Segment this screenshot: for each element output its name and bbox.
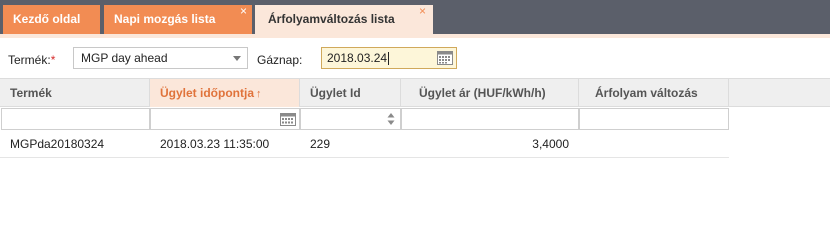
cell-termek: MGPda20180324 — [10, 137, 105, 151]
tab-label: Napi mozgás lista — [114, 12, 216, 26]
close-icon[interactable]: × — [240, 0, 247, 26]
calendar-icon[interactable] — [437, 51, 453, 65]
filter-input-ugylet-ar[interactable] — [401, 108, 579, 130]
cell-ugylet-ar: 3,4000 — [532, 137, 569, 151]
filter-input-arfolyam-valtozas[interactable] — [579, 108, 729, 130]
tab-arfolyamvaltozas-lista[interactable]: Árfolyamváltozás lista × — [255, 4, 433, 34]
close-icon[interactable]: × — [419, 0, 426, 26]
tab-napi-mozgas-lista[interactable]: Napi mozgás lista × — [104, 4, 252, 34]
filter-row — [0, 107, 830, 131]
column-header-ugylet-ar[interactable]: Ügylet ár (HUF/kWh/h) — [401, 79, 579, 107]
cell-arfolyam-valtozas — [589, 131, 727, 157]
grid-header: Termék Ügylet időpontja ↑ Ügylet Id Ügyle… — [0, 78, 830, 107]
column-header-ugylet-idopontja[interactable]: Ügylet időpontja ↑ — [150, 79, 300, 107]
calendar-icon[interactable] — [280, 113, 296, 126]
text-cursor — [388, 52, 390, 66]
spinner-icon[interactable] — [387, 112, 395, 126]
cell-ugylet-idopontja: 2018.03.23 11:35:00 — [160, 137, 270, 151]
product-label: Termék:* — [8, 53, 56, 67]
column-header-arfolyam-valtozas[interactable]: Árfolyam változás — [579, 79, 729, 107]
required-mark: * — [50, 53, 56, 67]
filter-input-ugylet-id[interactable] — [300, 108, 401, 130]
gasday-date-value: 2018.03.24 — [327, 51, 388, 65]
table-row[interactable]: MGPda20180324 2018.03.23 11:35:00 229 3,… — [0, 131, 729, 158]
column-header-termek[interactable]: Termék — [0, 79, 150, 107]
product-select-value: MGP day ahead — [81, 51, 168, 65]
gasday-date-field[interactable]: 2018.03.24 — [321, 47, 457, 69]
cell-ugylet-id: 229 — [310, 137, 331, 151]
chevron-down-icon[interactable] — [233, 56, 241, 61]
tab-bar: Kezdő oldal Napi mozgás lista × Árfolyam… — [0, 0, 830, 38]
filter-input-ugylet-idopontja[interactable] — [150, 108, 300, 130]
tab-label: Kezdő oldal — [13, 12, 81, 26]
column-header-ugylet-id[interactable]: Ügylet Id — [300, 79, 401, 107]
filter-input-termek[interactable] — [1, 108, 150, 130]
tab-kezdo-oldal[interactable]: Kezdő oldal — [3, 5, 100, 34]
filter-bar: Termék:* MGP day ahead Gáznap: 2018.03.2… — [0, 38, 830, 78]
gasday-label: Gáznap: — [257, 53, 303, 67]
sort-ascending-icon: ↑ — [256, 88, 262, 100]
tab-label: Árfolyamváltozás lista — [268, 12, 395, 26]
product-select[interactable]: MGP day ahead — [73, 47, 248, 69]
